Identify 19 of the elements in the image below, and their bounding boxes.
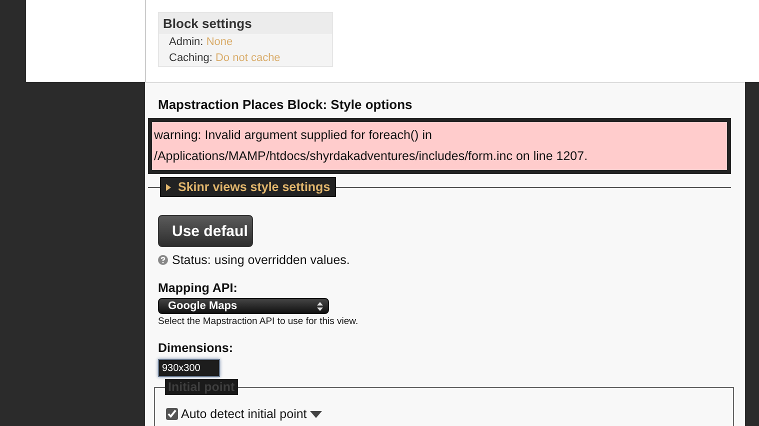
dimensions-field[interactable]: 930x300 [158,359,220,377]
checkbox-label: Auto detect initial point [181,407,307,421]
setting-row-text: Caching: Do not cache [168,51,282,66]
card-title: Block settings [159,13,332,34]
field-label: Mapping API: [158,281,238,295]
help-icon [158,255,168,265]
skinr-legend[interactable]: Skinr views style settings [160,177,336,197]
status-text: Status: using overridden values. [172,253,350,267]
field-description: Select the Mapstraction API to use for this view. [158,316,360,327]
mapping-api-select[interactable]: Google Maps [158,298,329,314]
use-default-button[interactable]: Use defaul [158,215,253,247]
dropdown-icon [310,410,322,418]
warning-message: warning: Invalid argument supplied for foreach() in /Applications/MAMP/htdocs/shyrdakadventures/includes/form.inc on line 1207. [148,118,731,174]
field-label: Dimensions: [158,341,234,355]
triangle-icon [166,184,171,190]
setting-row-text: Admin: None [168,35,234,50]
updown-icon [317,302,323,310]
checkbox[interactable] [166,408,178,420]
section-title: Mapstraction Places Block: Style options [158,97,414,112]
